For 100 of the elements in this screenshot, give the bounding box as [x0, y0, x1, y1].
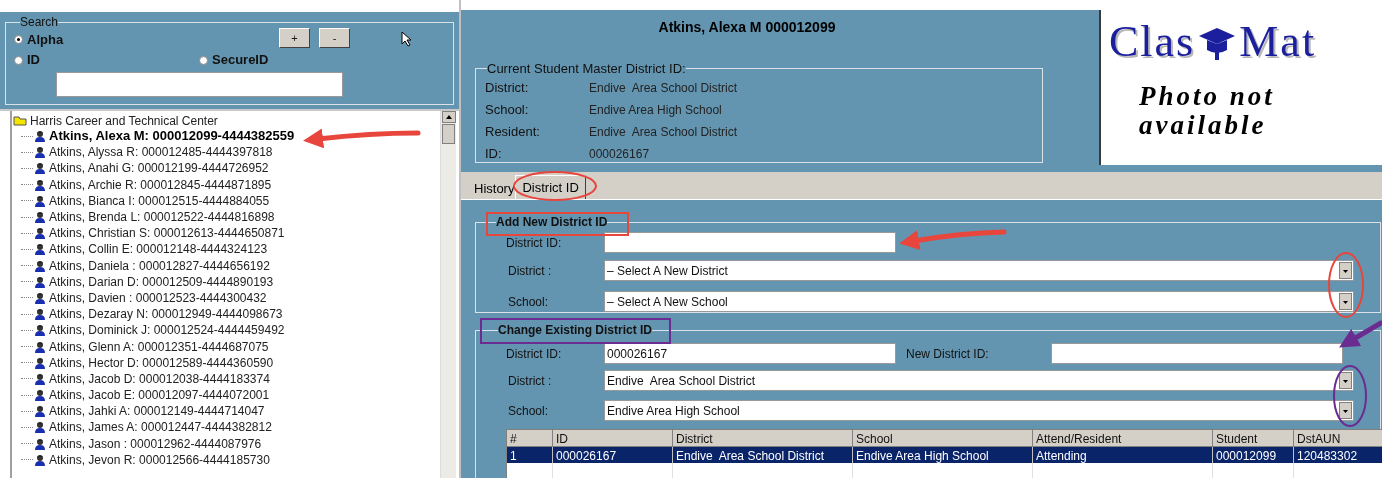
table-cell: Endive Area School District	[673, 447, 853, 463]
tree-item[interactable]: Atkins, Christian S: 000012613-4444650871	[49, 224, 285, 243]
small-button[interactable]: +	[279, 28, 310, 48]
field-label: School:	[507, 293, 550, 311]
student-icon	[34, 356, 46, 369]
column-header[interactable]: Student	[1213, 430, 1294, 447]
field-label: District ID:	[506, 234, 563, 252]
field-label: District ID:	[506, 346, 563, 361]
tab[interactable]: History	[473, 179, 516, 199]
tree-item[interactable]: Atkins, Daniela : 000012827-4444656192	[49, 256, 270, 275]
annotation-arrow	[1339, 320, 1382, 348]
tree-item[interactable]: Atkins, Brenda L: 000012522-4444816898	[49, 208, 275, 227]
column-header[interactable]: #	[507, 430, 553, 447]
radio-option[interactable]: Alpha	[14, 29, 279, 49]
annotation-ring	[1333, 365, 1367, 427]
student-icon	[34, 275, 46, 288]
student-icon	[34, 243, 46, 256]
tree-item[interactable]: Atkins, Glenn A: 000012351-4444687075	[49, 337, 269, 356]
student-icon	[34, 194, 46, 207]
student-icon	[34, 389, 46, 402]
tree-item[interactable]: Atkins, Dezaray N: 000012949-4444098673	[49, 305, 283, 324]
tree-item[interactable]: Atkins, Collin E: 000012148-4444324123	[49, 240, 268, 259]
column-header[interactable]: ID	[553, 430, 673, 447]
student-icon	[34, 405, 46, 418]
text-field[interactable]: 000026167	[604, 343, 896, 364]
student-icon	[34, 146, 46, 159]
student-icon	[34, 437, 46, 450]
group-title: Search	[20, 14, 59, 31]
dropdown[interactable]: Endive Area High School	[604, 400, 1354, 421]
search-field[interactable]	[56, 72, 343, 97]
student-icon	[34, 308, 46, 321]
student-icon	[34, 453, 46, 466]
field-label: School:	[485, 100, 530, 119]
field-label: Resident:	[485, 122, 541, 141]
student-icon	[34, 259, 46, 272]
tree-item[interactable]: Atkins, Archie R: 000012845-4444871895	[49, 175, 272, 194]
field-value: Endive Area School District	[589, 123, 738, 141]
pointer-icon	[401, 31, 413, 47]
student-icon	[34, 324, 46, 337]
tree-item[interactable]: Atkins, Bianca I: 000012515-4444884055	[49, 191, 270, 210]
table-cell: Attending	[1033, 447, 1213, 463]
dropdown[interactable]: – Select A New School	[604, 291, 1354, 312]
field-label: New District ID:	[905, 345, 990, 363]
dropdown[interactable]: – Select A New District	[604, 260, 1354, 281]
tree-item[interactable]: Atkins, Jacob D: 000012038-4444183374	[49, 369, 270, 388]
student-icon	[34, 211, 46, 224]
field-value: Endive Area High School	[589, 101, 722, 119]
field-value: 000026167	[589, 145, 650, 163]
group-title: Current Student Master District ID:	[487, 60, 686, 78]
column-header[interactable]: School	[853, 430, 1033, 447]
student-icon	[34, 421, 46, 434]
tree-item[interactable]: Atkins, Anahi G: 000012199-4444726952	[49, 159, 269, 178]
tree-item[interactable]: Atkins, Jevon R: 000012566-4444185730	[49, 450, 270, 469]
annotation-ring	[1328, 252, 1364, 318]
student-icon	[34, 227, 46, 240]
student-icon	[34, 178, 46, 191]
logo-text: Clas	[1109, 20, 1196, 64]
student-icon	[34, 291, 46, 304]
student-icon	[34, 130, 46, 143]
table-cell: 000026167	[553, 447, 673, 463]
scrollbar[interactable]	[440, 111, 456, 478]
column-header[interactable]: Attend/Resident	[1033, 430, 1213, 447]
tree-item[interactable]: Atkins, Hector D: 000012589-4444360590	[49, 353, 274, 372]
field-label: ID:	[485, 144, 503, 163]
text-field[interactable]	[604, 232, 896, 253]
radio-option[interactable]: SecureID	[199, 50, 269, 70]
tree-item[interactable]: Atkins, Alyssa R: 000012485-4444397818	[49, 143, 273, 162]
folder-icon	[13, 115, 27, 126]
tree-item[interactable]: Atkins, Darian D: 000012509-4444890193	[49, 272, 274, 291]
tree-item[interactable]: Atkins, Jahki A: 000012149-4444714047	[49, 402, 265, 421]
group-title: Change Existing District ID	[498, 323, 653, 337]
radio-option[interactable]: ID	[14, 50, 199, 70]
student-icon	[34, 162, 46, 175]
table-cell: Endive Area High School	[853, 447, 1033, 463]
scroll-thumb[interactable]	[442, 124, 455, 144]
field-label: District:	[485, 78, 530, 97]
column-header[interactable]: District	[673, 430, 853, 447]
logo-text: Mat	[1239, 20, 1317, 64]
photo-placeholder-text: Photo not available	[1139, 82, 1276, 140]
tree-item[interactable]: Atkins, Dominick J: 000012524-4444459492	[49, 321, 285, 340]
tab[interactable]: District ID	[515, 175, 586, 199]
field-label: District :	[507, 262, 553, 280]
field-value: Endive Area School District	[589, 79, 738, 97]
text-field[interactable]	[1051, 343, 1343, 364]
student-title: Atkins, Alexa M 000012099	[657, 18, 837, 37]
tree-item[interactable]: Atkins, James A: 000012447-4444382812	[49, 418, 272, 437]
table-cell: 000012099	[1213, 447, 1294, 463]
dropdown[interactable]: Endive Area School District	[604, 370, 1354, 391]
group-title: Add New District ID	[496, 215, 608, 229]
table-row[interactable]: 1 000026167 Endive Area School District Endive Area High School Attending 000012099 120483302	[507, 447, 1382, 463]
column-header[interactable]: DstAUN	[1294, 430, 1382, 447]
student-icon	[34, 372, 46, 385]
table-cell: 1	[507, 447, 553, 463]
tree-item[interactable]: Atkins, Jason : 000012962-4444087976	[49, 434, 262, 453]
tree-item[interactable]: Atkins, Davien : 000012523-4444300432	[49, 288, 267, 307]
small-button[interactable]: -	[319, 28, 350, 48]
field-label: School:	[507, 402, 550, 420]
tree-item[interactable]: Atkins, Jacob E: 000012097-4444072001	[49, 386, 270, 405]
table-cell: 120483302	[1294, 447, 1382, 463]
student-icon	[34, 340, 46, 353]
